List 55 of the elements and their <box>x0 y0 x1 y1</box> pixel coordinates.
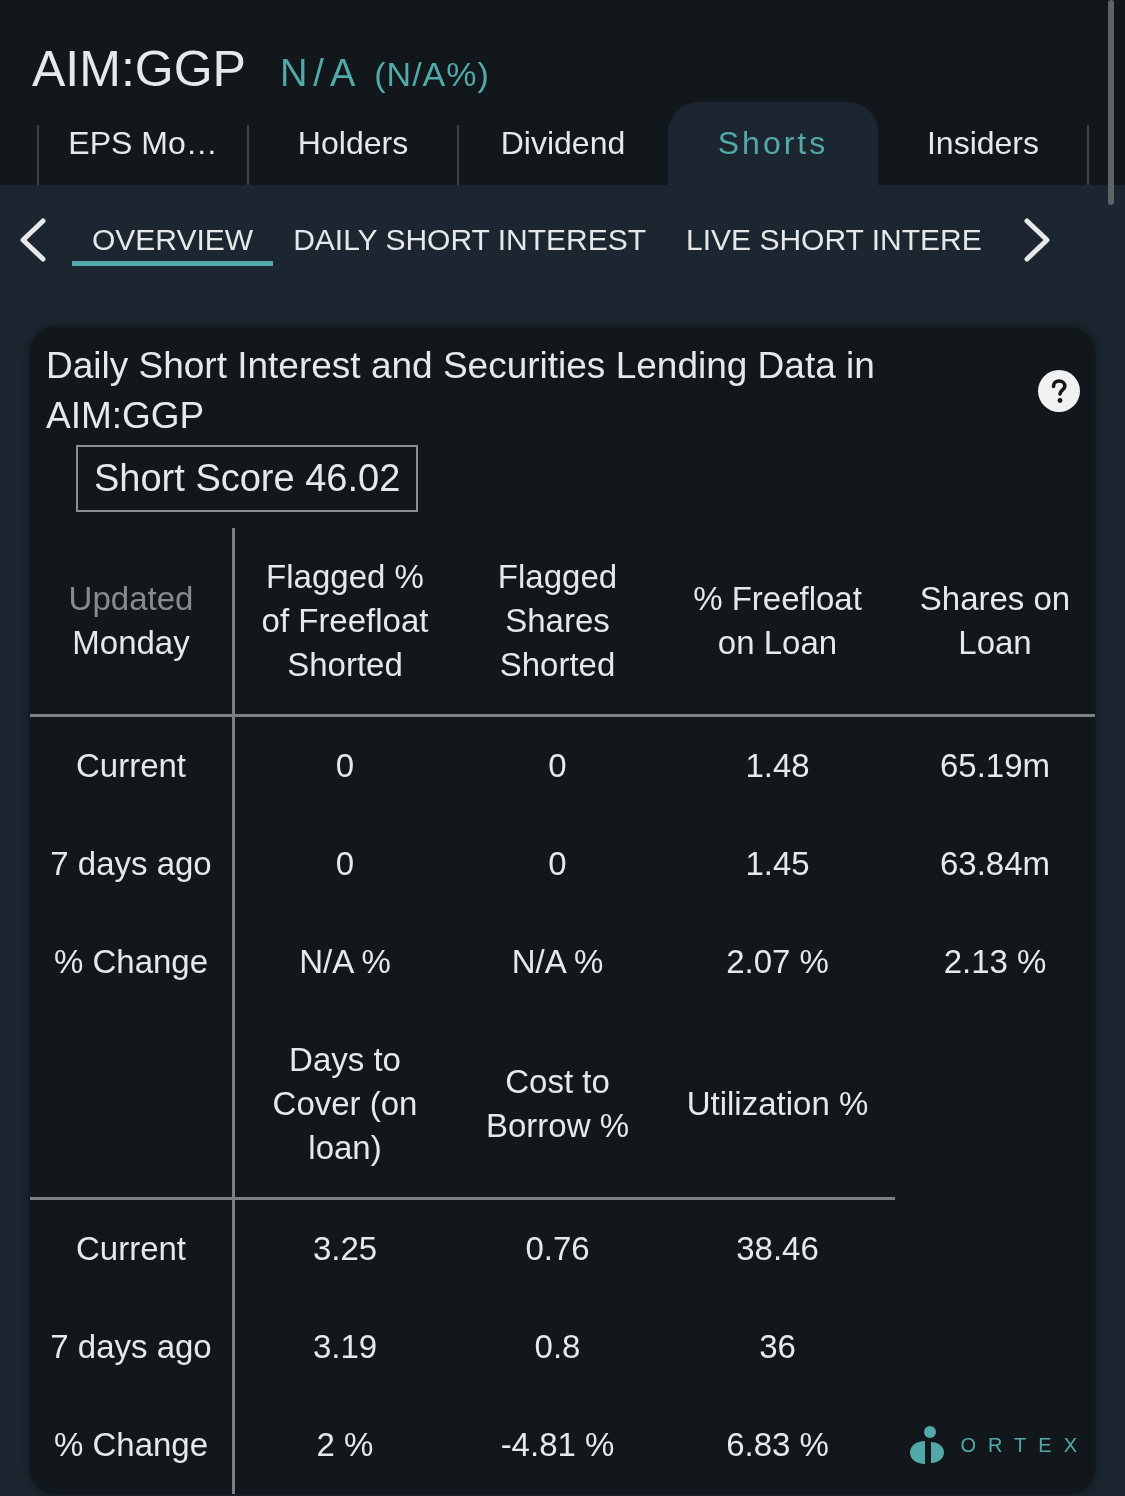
table-cell-text: 2.07 % <box>725 942 830 982</box>
table-cell-text: 2 % <box>315 1425 375 1465</box>
column-header: Shares on Loan <box>895 528 1095 717</box>
table-cell-text: 0 <box>334 844 356 884</box>
row-label: 7 days ago <box>30 1298 235 1396</box>
table-cell-text: 2.13 % <box>942 942 1048 982</box>
table-cell-text: 3.19 <box>311 1327 379 1367</box>
chevron-left-icon[interactable] <box>18 218 48 262</box>
tab[interactable]: Holders <box>248 102 458 185</box>
help-icon[interactable] <box>1038 370 1080 412</box>
table-cell-text: 0 <box>547 844 568 884</box>
table-cell-text: N/A % <box>298 942 392 982</box>
row-label: Current <box>30 717 235 815</box>
column-header: Days to Cover (on loan) <box>235 1011 455 1200</box>
logo-icon <box>910 1426 945 1464</box>
table-cell-text: 3.25 <box>311 1229 379 1269</box>
table-cell-text: 38.46 <box>735 1229 820 1269</box>
tab[interactable]: Insiders <box>878 102 1088 185</box>
table-cell-text: N/A % <box>510 942 605 982</box>
chevron-right-icon[interactable] <box>1021 218 1052 262</box>
table-cell-text: 0 <box>547 746 568 786</box>
tab[interactable]: EPS Mo… <box>38 102 248 185</box>
column-header: Flagged Shares Shorted <box>455 528 660 717</box>
sub-tab[interactable]: OVERVIEW <box>72 214 274 266</box>
table-cell-text: 63.84m <box>938 844 1052 884</box>
short-score: Short Score 46.02 <box>76 445 419 512</box>
column-header: Cost to Borrow % <box>455 1011 660 1200</box>
row-label: 7 days ago <box>30 815 235 913</box>
table-cell-text: 36 <box>758 1327 797 1367</box>
table-cell-text: 6.83 % <box>725 1425 830 1465</box>
logo-text: ORTEX <box>960 1433 1089 1457</box>
tab[interactable]: Shorts <box>668 102 878 185</box>
table-cell-text: 1.45 <box>744 844 811 884</box>
price-change: (N/A%) <box>374 54 490 95</box>
table-cell-text: 0 <box>334 746 356 786</box>
column-header: Flagged % of Freefloat Shorted <box>235 528 455 717</box>
updated-label: Updated <box>68 579 194 619</box>
table-cell-text: -4.81 % <box>499 1425 616 1465</box>
sub-tab[interactable]: DAILY SHORT INTEREST <box>273 214 667 266</box>
row-label: % Change <box>30 1396 235 1494</box>
sub-tab[interactable]: LIVE SHORT INTERE <box>666 214 1002 266</box>
column-header: % Freefloat on Loan <box>660 528 895 717</box>
table-cell-text: 1.48 <box>744 746 811 786</box>
column-header: Utilization % <box>660 1011 895 1200</box>
table-cell-text: 65.19m <box>938 746 1052 786</box>
ticker-symbol: AIM:GGP <box>32 44 246 94</box>
card-title: Daily Short Interest and Securities Lending Data in AIM:GGP <box>46 344 876 438</box>
updated-day: Monday <box>72 621 190 665</box>
table-cell-text: 0.76 <box>524 1229 591 1269</box>
row-label: % Change <box>30 913 235 1011</box>
tab[interactable]: Dividend <box>458 102 668 185</box>
scrollbar-thumb[interactable] <box>1108 0 1114 205</box>
table-cell-text: 0.8 <box>533 1327 582 1367</box>
row-label: Current <box>30 1200 235 1298</box>
price-value: N/A <box>279 51 362 96</box>
